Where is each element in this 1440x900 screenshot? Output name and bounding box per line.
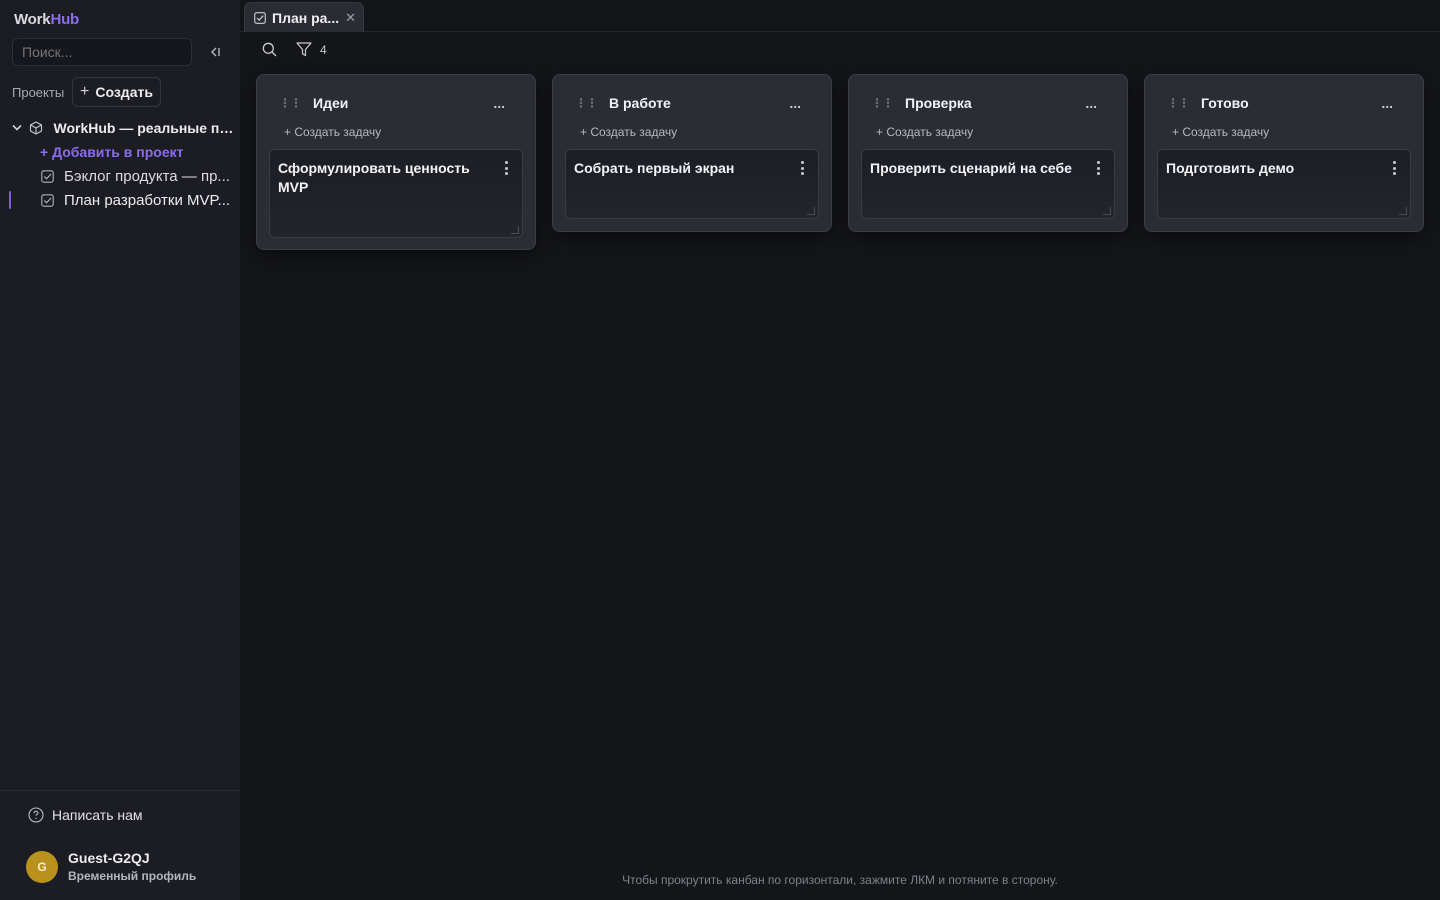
resize-handle-icon[interactable] [1103, 207, 1111, 215]
contact-us-link[interactable]: Написать нам [28, 807, 143, 823]
sidebar-footer: Написать нам G Guest-G2QJ Временный проф… [0, 790, 240, 900]
help-icon [28, 807, 44, 823]
add-task-button[interactable]: + Создать задачу [1172, 125, 1269, 139]
column-title: Проверка [905, 95, 972, 111]
search-input[interactable] [12, 38, 192, 66]
task-card[interactable]: Сформулировать ценность MVP [269, 149, 523, 238]
kanban-column: ⋮⋮ Идеи ... + Создать задачу Сформулирова… [256, 74, 536, 250]
collapse-sidebar-icon[interactable] [204, 42, 226, 62]
user-subtitle: Временный профиль [68, 869, 197, 883]
drag-handle-icon[interactable]: ⋮⋮ [575, 96, 598, 110]
add-task-button[interactable]: + Создать задачу [284, 125, 381, 139]
column-menu-button[interactable]: ... [1381, 95, 1393, 111]
filter-icon [296, 42, 312, 57]
kanban-column: ⋮⋮ Проверка ... + Создать задачу Проверит… [848, 74, 1128, 232]
column-menu-button[interactable]: ... [1085, 95, 1097, 111]
column-menu-button[interactable]: ... [493, 95, 505, 111]
resize-handle-icon[interactable] [511, 226, 519, 234]
kebab-menu-icon[interactable] [504, 161, 508, 175]
chevron-down-icon[interactable] [12, 124, 23, 132]
kebab-menu-icon[interactable] [1096, 161, 1100, 175]
search-icon[interactable] [262, 42, 277, 62]
task-card[interactable]: Собрать первый экран [565, 149, 819, 219]
projects-label: Проекты [12, 85, 65, 100]
add-task-button[interactable]: + Создать задачу [580, 125, 677, 139]
task-board-icon [41, 193, 54, 207]
kanban-column: ⋮⋮ Готово ... + Создать задачу Подготовит… [1144, 74, 1424, 232]
kebab-menu-icon[interactable] [800, 161, 804, 175]
avatar[interactable]: G [26, 851, 58, 883]
task-title: Собрать первый экран [574, 160, 735, 176]
task-title: Сформулировать ценность MVP [278, 160, 470, 195]
column-menu-button[interactable]: ... [789, 95, 801, 111]
sidebar: WorkHub Проекты +Создать WorkHub — реаль… [0, 0, 240, 900]
add-task-button[interactable]: + Создать задачу [876, 125, 973, 139]
cube-icon [29, 121, 43, 135]
tab-bar: План ра... ✕ [240, 0, 1440, 32]
sidebar-item-mvp-plan[interactable]: План разработки MVP... [0, 189, 240, 211]
drag-handle-icon[interactable]: ⋮⋮ [279, 96, 302, 110]
column-title: Идеи [313, 95, 349, 111]
create-button[interactable]: + Создать [72, 77, 161, 107]
drag-handle-icon[interactable]: ⋮⋮ [871, 96, 894, 110]
plus-icon: + [80, 83, 90, 100]
drag-handle-icon[interactable]: ⋮⋮ [1167, 96, 1190, 110]
task-title: Подготовить демо [1166, 160, 1295, 176]
column-title: Готово [1201, 95, 1249, 111]
close-tab-icon[interactable]: ✕ [345, 10, 356, 26]
task-board-icon [254, 11, 266, 24]
kebab-menu-icon[interactable] [1392, 161, 1396, 175]
user-name: Guest-G2QJ [68, 850, 150, 866]
task-card[interactable]: Подготовить демо [1157, 149, 1411, 219]
task-title: Проверить сценарий на себе [870, 160, 1072, 176]
task-card[interactable]: Проверить сценарий на себе [861, 149, 1115, 219]
tab-mvp-plan[interactable]: План ра... ✕ [244, 2, 364, 32]
scroll-hint: Чтобы прокрутить канбан по горизонтали, … [622, 873, 1058, 887]
filter-count: 4 [320, 42, 327, 57]
resize-handle-icon[interactable] [1399, 207, 1407, 215]
add-to-project-link[interactable]: + Добавить в проект [0, 141, 240, 163]
filter-button[interactable]: 4 [296, 42, 327, 57]
app-logo[interactable]: WorkHub [14, 11, 79, 28]
task-board-icon [41, 169, 54, 183]
project-tree-item[interactable]: WorkHub — реальные при... [0, 117, 240, 139]
project-title: WorkHub — реальные при... [53, 120, 240, 136]
resize-handle-icon[interactable] [807, 207, 815, 215]
sidebar-item-backlog[interactable]: Бэклог продукта — пр... [0, 165, 240, 187]
column-title: В работе [609, 95, 671, 111]
kanban-column: ⋮⋮ В работе ... + Создать задачу Собрать … [552, 74, 832, 232]
